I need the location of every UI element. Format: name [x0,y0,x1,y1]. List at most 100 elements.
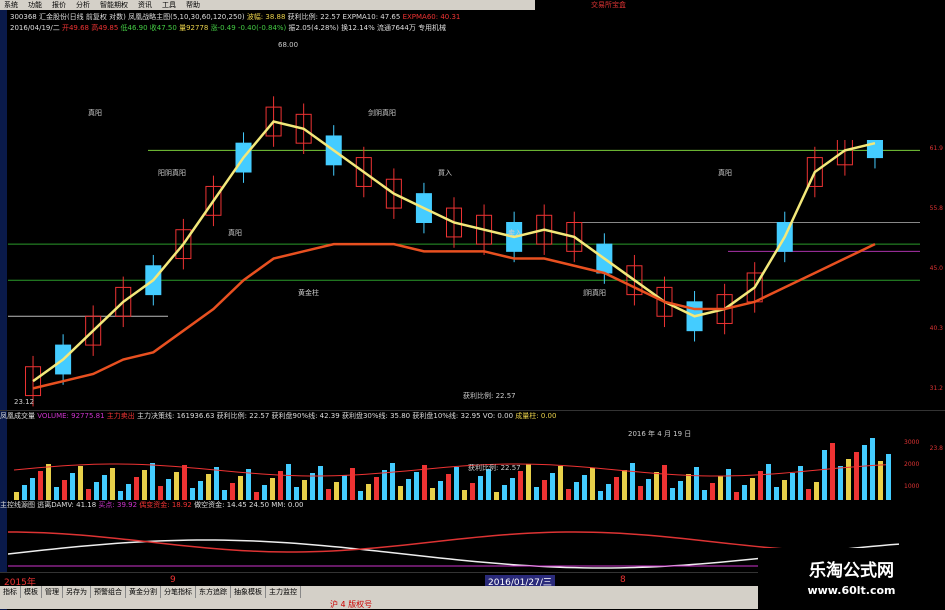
vol-bar-89 [726,469,731,500]
signal-label-1: 阳阴真阳 [158,168,186,177]
axis-label-5: 23.8 [929,445,943,452]
menu-item-6[interactable]: 工具 [162,0,176,10]
vol-bar-30 [254,492,259,500]
menu-item-2[interactable]: 报价 [52,0,66,10]
vol-bar-91 [742,485,747,500]
vol-bar-15 [134,477,139,500]
menu-right-text[interactable]: 交易所宝盒 [591,1,626,9]
vol-mid-label: 获利比例: 22.57 [468,463,521,472]
vol-bar-22 [190,488,195,500]
ind-val1: 24.50 [248,501,270,509]
vol-bar-27 [230,483,235,500]
vol-bar-47 [390,463,395,500]
ind-mm: MM: 0.00 [271,501,304,509]
tab-0[interactable]: 指标 [0,586,21,598]
vol-bar-46 [382,470,387,500]
menu-item-3[interactable]: 分析 [76,0,90,10]
menu-item-7[interactable]: 帮助 [186,0,200,10]
price-chart[interactable]: 68.0023.12获利比例: 22.57真阳阳阴真阳真阳黄金柱剑阴真阳買入卖入… [8,35,920,410]
vol-bar-59 [486,469,491,500]
date-axis: 2015年 9 2016/01/27/三 8 [0,572,760,588]
vol-bar-8 [78,466,83,500]
tab-2[interactable]: 管理 [42,586,63,598]
vol-bar-11 [102,475,107,500]
vol-bar-1 [22,485,27,500]
vol-line10: 获利盘10%线: 32.95 [412,412,481,420]
vol-bar-72 [590,468,595,500]
volume-chart[interactable]: 2016 年 4 月 19 日获利比例: 22.57 3000 2000 1000 [8,430,920,500]
ind-name: 主控线源图 [0,501,35,509]
vol-bar-19 [166,479,171,500]
volume-header: 凤凰成交量 VOLUME: 92775.81 主力卖出 主力决策线: 16193… [0,410,945,422]
tab-6[interactable]: 分笔指标 [161,586,196,598]
vol-bar-21 [182,465,187,500]
vol-bar-75 [614,477,619,500]
vol-bar-9 [86,489,91,500]
bar-close: 收47.50 [149,24,177,32]
vol-bar-6 [62,480,67,500]
date-mark-2: 8 [620,575,626,585]
ind-line2: 做空资金: 14.45 [194,501,247,509]
vol-bar-56 [462,490,467,500]
mid-mask [348,287,583,323]
vol-bar-106 [862,445,867,500]
profit-mid-label: 获利比例: 22.57 [463,391,516,400]
menu-bar-right: 交易所宝盒 [535,0,945,10]
menu-item-5[interactable]: 资讯 [138,0,152,10]
watermark: 乐淘公式网 www.60lt.com [758,548,945,609]
vol-bar-10 [94,482,99,500]
vol-bar-35 [294,487,299,500]
tab-7[interactable]: 东方追踪 [196,586,231,598]
vol-bar-79 [646,479,651,500]
vol-bar-24 [206,474,211,500]
indicator-header: 主控线源图 逃离DAMV: 41.18 买点: 39.92 偶变资金: 18.9… [0,500,945,512]
vol-bar-43 [358,491,363,500]
bar-float: 流通7644万 [377,24,416,32]
vol-name: 凤凰成交量 [0,412,35,420]
vol-bar-100 [814,482,819,500]
vol-bar-80 [654,472,659,500]
vol-bar-82 [670,488,675,500]
vol-bar-60 [494,492,499,500]
vol-bar-103 [838,466,843,500]
vol-bar-20 [174,472,179,500]
tab-1[interactable]: 模板 [21,586,42,598]
vol-bar-96 [782,480,787,500]
vol-bar-53 [438,481,443,500]
vol-bar-54 [446,474,451,500]
vol-bar-28 [238,476,243,500]
vol-bar-105 [854,452,859,500]
vol-bar-93 [758,471,763,500]
low-label: 23.12 [14,398,34,406]
vol-bar-58 [478,476,483,500]
tab-5[interactable]: 黄金分割 [126,586,161,598]
tab-8[interactable]: 抽象模板 [231,586,266,598]
signal-label-0: 真阳 [88,108,102,117]
peak-label: 68.00 [278,41,298,49]
menu-item-1[interactable]: 功能 [28,0,42,10]
vol-bar-81 [662,465,667,500]
vol-bar-36 [302,480,307,500]
vol-bar-78 [638,486,643,500]
tab-9[interactable]: 主力监控 [266,586,301,598]
menu-item-0[interactable]: 系统 [4,0,18,10]
tab-4[interactable]: 预警组合 [91,586,126,598]
left-toolbar[interactable] [0,10,7,610]
axis-label-2: 45.0 [929,265,943,272]
vol-bar-52 [430,488,435,500]
vol-bar-83 [678,481,683,500]
vol-bar-68 [558,466,563,500]
vol-bar-97 [790,473,795,500]
tab-3[interactable]: 另存为 [63,586,91,598]
vol-bar-44 [366,484,371,500]
axis-label-3: 40.3 [929,325,943,332]
vol-main-sell: 主力卖出 [106,412,135,420]
ind-dmv: 逃离DAMV: 41.18 [37,501,97,509]
vol-bar-95 [774,487,779,500]
vol-bar-65 [534,487,539,500]
vol-bar-0 [14,492,19,500]
menu-item-4[interactable]: 智能期权 [100,0,128,10]
vol-bar-37 [310,473,315,500]
signal-label-3: 黄金柱 [298,288,319,297]
vol-bar-14 [126,484,131,500]
